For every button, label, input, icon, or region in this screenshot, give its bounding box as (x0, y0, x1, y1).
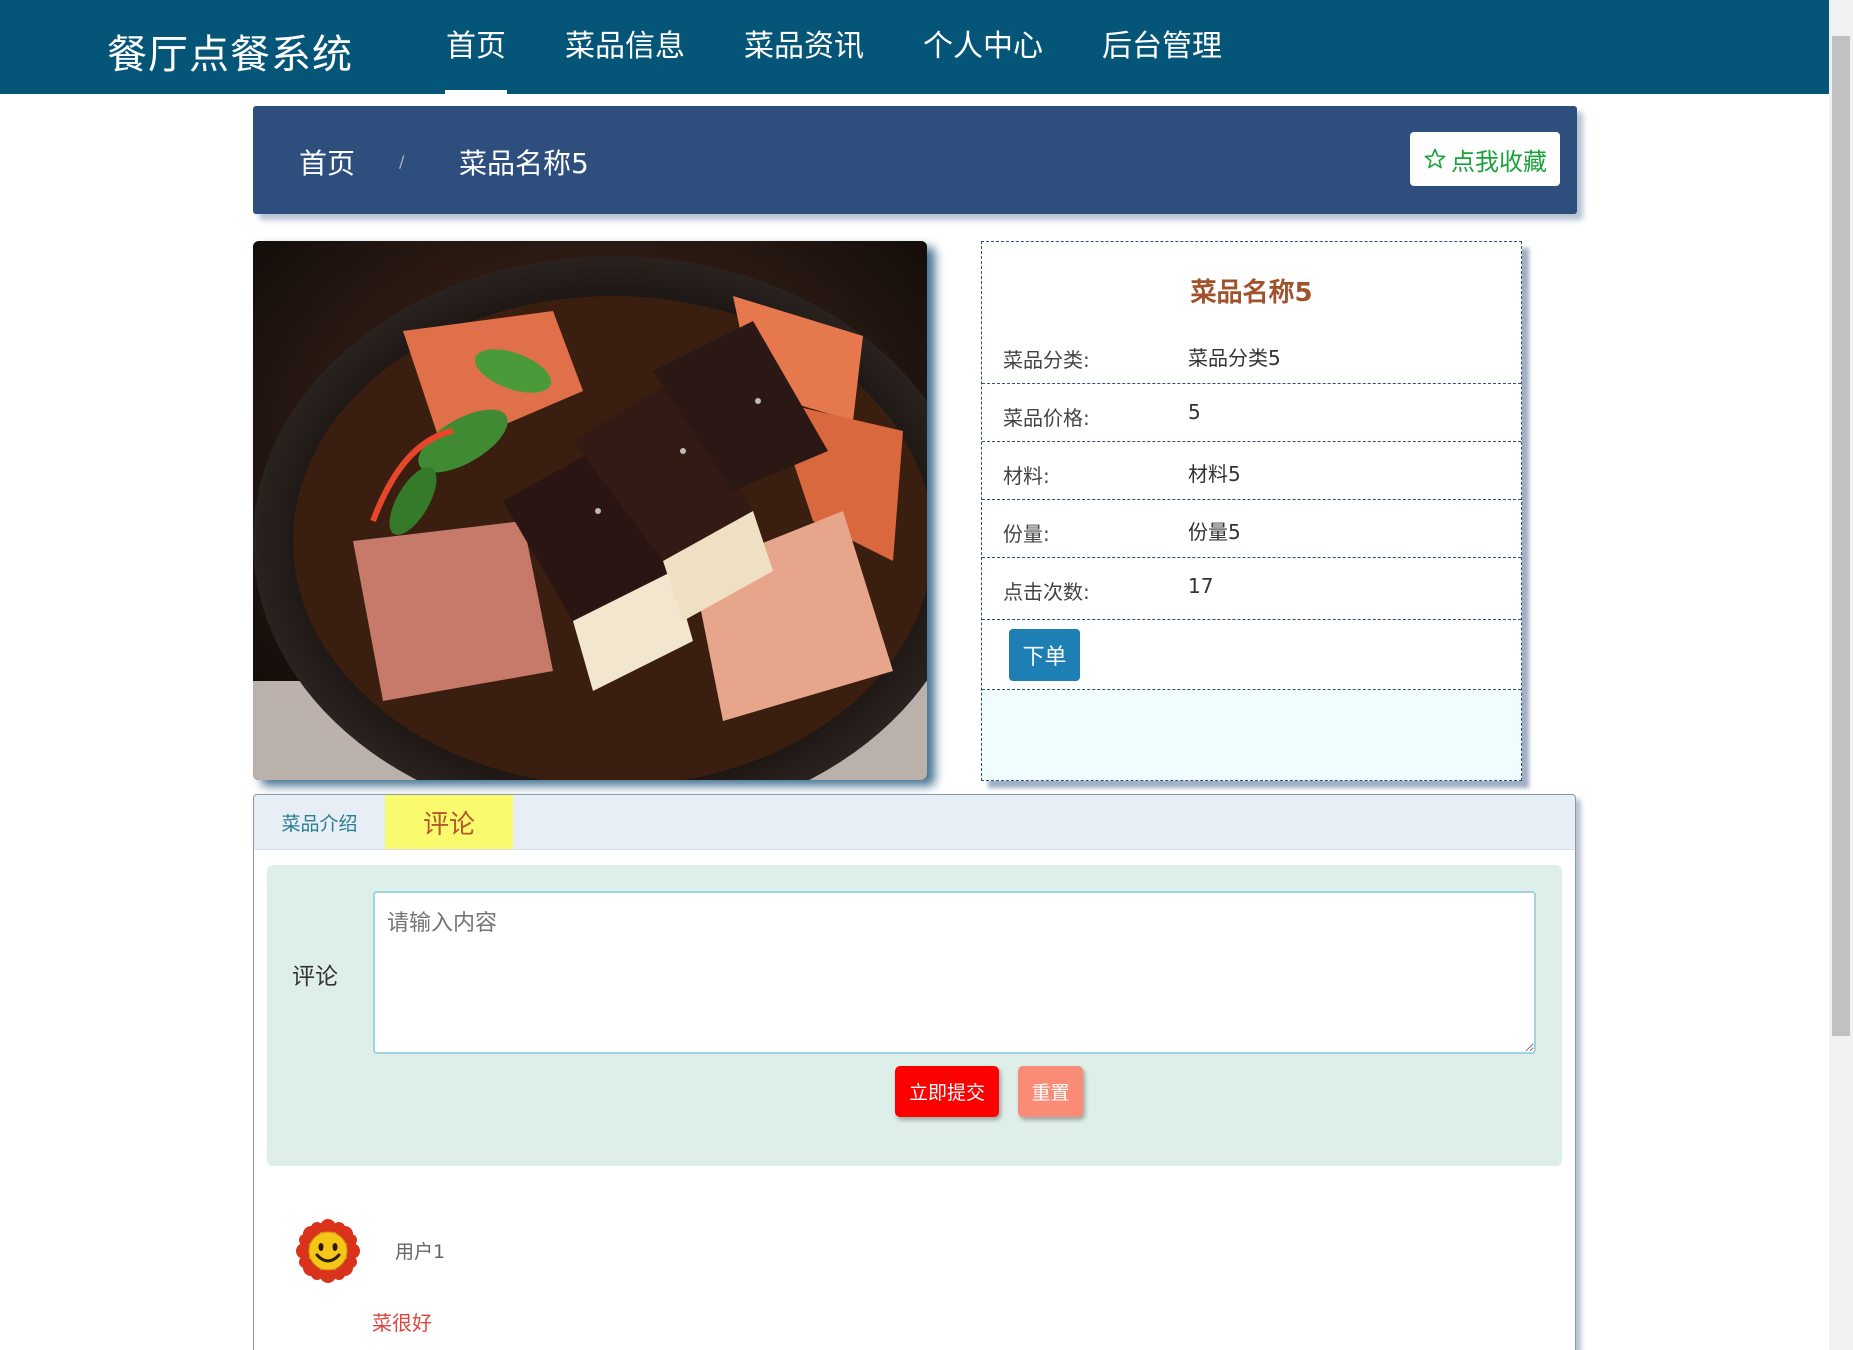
food-photo-icon (253, 241, 927, 780)
detail-tabs: 菜品介绍 评论 评论 立即提交 重置 用户1 菜很好 (253, 794, 1576, 1350)
dish-material-label: 材料: (1003, 464, 1050, 488)
dish-category-label: 菜品分类: (1003, 348, 1090, 372)
dish-material-value: 材料5 (1188, 462, 1241, 486)
comment-item: 用户1 菜很好 (254, 1219, 1575, 1350)
favorite-button[interactable]: 点我收藏 (1410, 132, 1560, 186)
app-logo-title[interactable]: 餐厅点餐系统 (107, 22, 353, 80)
nav-item-admin[interactable]: 后台管理 (1074, 0, 1250, 94)
smiley-flower-icon (296, 1219, 360, 1283)
dish-material-row: 材料: 材料5 (982, 442, 1521, 500)
dish-portion-label: 份量: (1003, 522, 1050, 546)
comment-input[interactable] (373, 891, 1536, 1054)
dish-category-value: 菜品分类5 (1188, 346, 1281, 370)
nav-item-dish-news[interactable]: 菜品资讯 (716, 0, 892, 94)
breadcrumb-home-link[interactable]: 首页 (299, 142, 355, 182)
nav-item-user-center[interactable]: 个人中心 (895, 0, 1071, 94)
comment-text: 菜很好 (372, 1311, 432, 1335)
comment-form-label: 评论 (292, 964, 338, 990)
tab-dish-intro[interactable]: 菜品介绍 (254, 795, 385, 849)
scrollbar-thumb[interactable] (1832, 36, 1850, 1036)
page-scrollbar[interactable] (1829, 0, 1853, 1350)
dish-category-row: 菜品分类: 菜品分类5 (982, 326, 1521, 384)
favorite-label: 点我收藏 (1451, 147, 1547, 176)
order-button[interactable]: 下单 (1009, 629, 1080, 681)
dish-clicks-value: 17 (1188, 574, 1214, 598)
tab-comments[interactable]: 评论 (385, 795, 513, 849)
dish-price-row: 菜品价格: 5 (982, 384, 1521, 442)
nav-item-home[interactable]: 首页 (418, 0, 534, 94)
dish-portion-row: 份量: 份量5 (982, 500, 1521, 558)
dish-price-value: 5 (1188, 400, 1201, 424)
dish-image (253, 241, 927, 780)
dish-portion-value: 份量5 (1188, 520, 1241, 544)
comment-form: 评论 立即提交 重置 (267, 865, 1562, 1166)
top-navbar: 餐厅点餐系统 首页 菜品信息 菜品资讯 个人中心 后台管理 (0, 0, 1829, 94)
nav-item-dish-info[interactable]: 菜品信息 (537, 0, 713, 94)
tab-header: 菜品介绍 评论 (254, 795, 1575, 850)
info-panel-footer (982, 690, 1521, 780)
star-outline-icon (1424, 148, 1446, 169)
order-row: 下单 (982, 620, 1521, 690)
comment-username: 用户1 (395, 1241, 446, 1263)
main-nav: 首页 菜品信息 菜品资讯 个人中心 后台管理 (418, 0, 1250, 94)
breadcrumb-current: 菜品名称5 (459, 147, 589, 180)
dish-info-panel: 菜品名称5 菜品分类: 菜品分类5 菜品价格: 5 材料: 材料5 份量: 份量… (981, 241, 1522, 781)
reset-button[interactable]: 重置 (1018, 1066, 1083, 1117)
dish-clicks-row: 点击次数: 17 (982, 558, 1521, 620)
submit-button[interactable]: 立即提交 (895, 1066, 999, 1117)
dish-title: 菜品名称5 (1190, 278, 1313, 308)
breadcrumb-separator: / (399, 152, 405, 171)
dish-price-label: 菜品价格: (1003, 406, 1090, 430)
dish-clicks-label: 点击次数: (1003, 580, 1090, 604)
breadcrumb: 首页 / 菜品名称5 点我收藏 (253, 106, 1577, 214)
